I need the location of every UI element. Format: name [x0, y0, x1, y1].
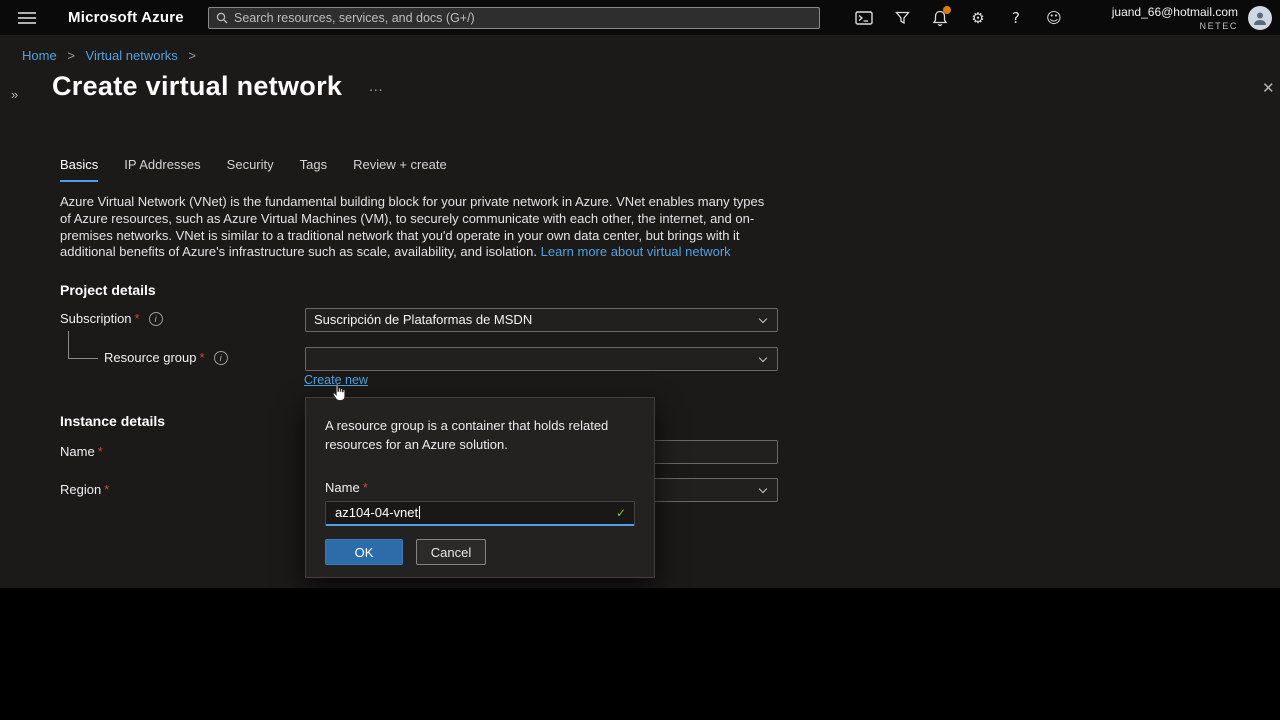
- search-icon: [216, 12, 228, 24]
- tab-review-create[interactable]: Review + create: [353, 157, 447, 182]
- required-asterisk: *: [135, 311, 140, 326]
- project-details-heading: Project details: [60, 282, 156, 298]
- subscription-label-row: Subscription * i: [60, 311, 163, 326]
- feedback-smiley-icon: ☺: [1046, 9, 1062, 27]
- required-asterisk: *: [200, 350, 205, 365]
- tree-connector-line: [68, 331, 98, 359]
- name-label: Name: [60, 444, 95, 459]
- cloud-shell-icon: [855, 11, 873, 25]
- region-label: Region: [60, 482, 101, 497]
- required-asterisk: *: [104, 482, 109, 497]
- chevron-down-icon: [759, 315, 767, 323]
- feedback-button[interactable]: ☺: [1035, 0, 1073, 36]
- resource-group-label: Resource group: [104, 350, 197, 365]
- page-title-text: Create virtual network: [52, 71, 342, 101]
- info-icon[interactable]: i: [149, 312, 163, 326]
- azure-portal-window: Microsoft Azure ⚙ ? ☺: [0, 0, 1280, 588]
- ok-button[interactable]: OK: [325, 539, 403, 565]
- resource-group-dropdown[interactable]: [305, 347, 778, 371]
- account-info[interactable]: juand_66@hotmail.com NETEC: [1112, 5, 1238, 31]
- breadcrumb: Home > Virtual networks >: [22, 48, 203, 63]
- valid-check-icon: ✓: [616, 503, 626, 524]
- azure-logo[interactable]: Microsoft Azure: [68, 9, 184, 26]
- callout-description: A resource group is a container that hol…: [325, 416, 633, 454]
- resource-group-name-input[interactable]: az104-04-vnet ✓: [325, 501, 635, 526]
- notifications-button[interactable]: [921, 0, 959, 36]
- text-caret: [419, 506, 420, 519]
- hamburger-icon: [18, 11, 36, 25]
- resource-group-name-value: az104-04-vnet: [335, 505, 418, 520]
- breadcrumb-separator: >: [188, 48, 196, 63]
- hamburger-menu-button[interactable]: [14, 0, 40, 36]
- breadcrumb-separator: >: [67, 48, 75, 63]
- page-title: Create virtual network …: [52, 71, 384, 102]
- learn-more-link[interactable]: Learn more about virtual network: [541, 244, 731, 259]
- help-icon: ?: [1012, 9, 1020, 27]
- close-blade-button[interactable]: ✕: [1262, 79, 1275, 97]
- resource-group-label-row: Resource group * i: [104, 350, 228, 365]
- cloud-shell-button[interactable]: [845, 0, 883, 36]
- gear-icon: ⚙: [971, 9, 984, 27]
- tab-bar: Basics IP Addresses Security Tags Review…: [60, 157, 447, 182]
- tab-tags[interactable]: Tags: [300, 157, 327, 182]
- chevron-down-icon: [759, 485, 767, 493]
- name-label-row: Name *: [60, 444, 103, 459]
- avatar[interactable]: [1248, 6, 1272, 30]
- user-email: juand_66@hotmail.com: [1112, 5, 1238, 19]
- search-input[interactable]: [234, 11, 819, 25]
- topbar-icon-row: ⚙ ? ☺: [845, 0, 1073, 36]
- global-search: [208, 7, 820, 29]
- chevron-down-icon: [759, 354, 767, 362]
- notification-badge: [943, 6, 951, 14]
- required-asterisk: *: [98, 444, 103, 459]
- title-ellipsis-icon[interactable]: …: [368, 78, 383, 95]
- breadcrumb-home[interactable]: Home: [22, 48, 57, 63]
- subscription-value: Suscripción de Plataformas de MSDN: [314, 312, 532, 327]
- subscription-label: Subscription: [60, 311, 132, 326]
- help-button[interactable]: ?: [997, 0, 1035, 36]
- intro-block: Azure Virtual Network (VNet) is the fund…: [60, 194, 774, 261]
- cancel-button[interactable]: Cancel: [416, 539, 486, 565]
- settings-button[interactable]: ⚙: [959, 0, 997, 36]
- directory-filter-icon: [895, 11, 910, 25]
- instance-details-heading: Instance details: [60, 413, 165, 429]
- user-org: NETEC: [1112, 21, 1238, 31]
- tab-basics[interactable]: Basics: [60, 157, 98, 182]
- mouse-cursor-hand-icon: [331, 383, 349, 404]
- tab-ip-addresses[interactable]: IP Addresses: [124, 157, 200, 182]
- person-icon: [1252, 10, 1268, 26]
- create-resource-group-callout: A resource group is a container that hol…: [305, 397, 655, 578]
- required-asterisk: *: [363, 480, 368, 495]
- expand-sidebar-icon[interactable]: »: [11, 87, 18, 102]
- breadcrumb-virtual-networks[interactable]: Virtual networks: [86, 48, 178, 63]
- tab-security[interactable]: Security: [227, 157, 274, 182]
- top-bar: Microsoft Azure ⚙ ? ☺: [0, 0, 1280, 36]
- subscription-dropdown[interactable]: Suscripción de Plataformas de MSDN: [305, 308, 778, 332]
- directory-filter-button[interactable]: [883, 0, 921, 36]
- region-label-row: Region *: [60, 482, 109, 497]
- callout-name-label-row: Name *: [325, 480, 368, 495]
- callout-name-label: Name: [325, 480, 360, 495]
- info-icon[interactable]: i: [214, 351, 228, 365]
